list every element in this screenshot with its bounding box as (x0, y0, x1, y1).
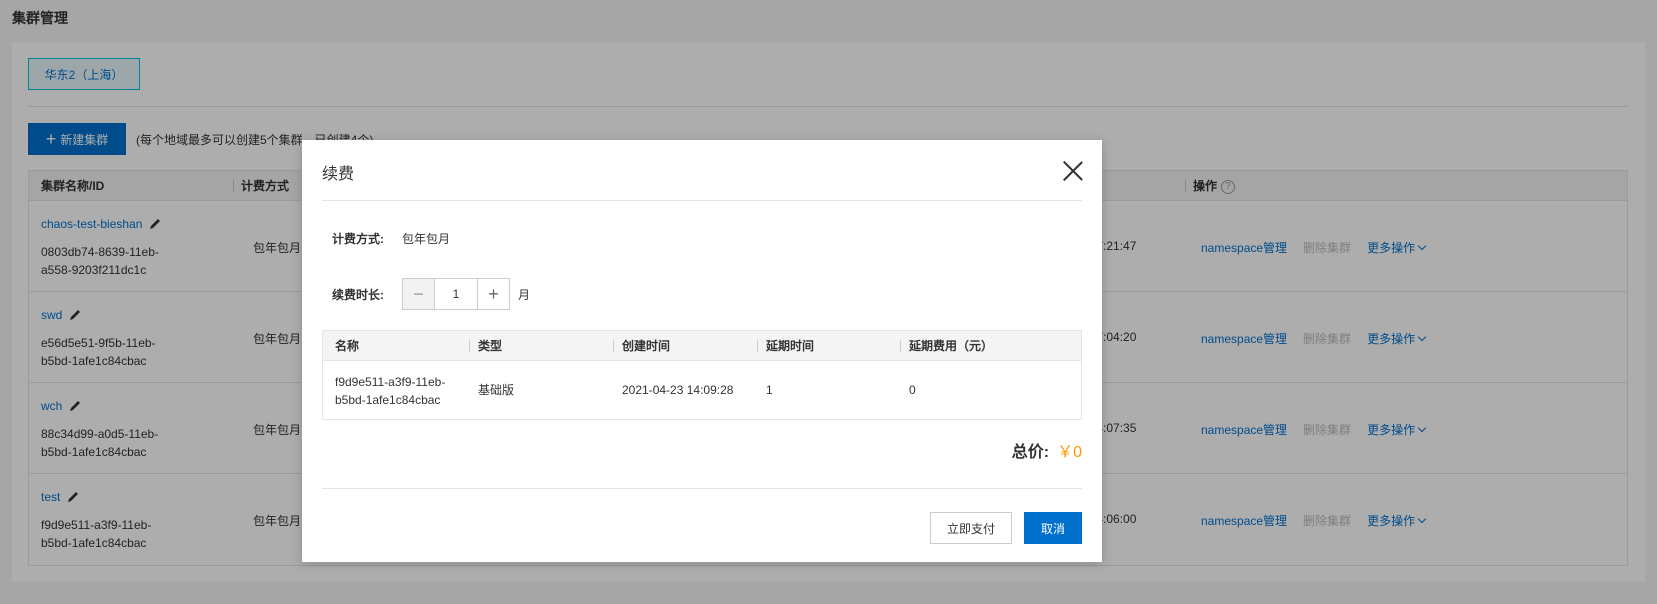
row-name-line2: b5bd-1afe1c84cbac (335, 393, 441, 407)
dialog-title: 续费 (322, 166, 355, 183)
cancel-button[interactable]: 取消 (1024, 512, 1082, 544)
renew-table-header: 名称 类型 创建时间 延期时间 延期费用（元） (323, 331, 1081, 361)
total-price: 总价: ￥0 (1012, 438, 1082, 462)
row-extend-time: 1 (766, 383, 773, 397)
header-separator (613, 340, 614, 352)
header-separator (757, 340, 758, 352)
billing-label: 计费方式: (332, 232, 384, 246)
dialog-footer-divider (322, 488, 1082, 489)
renew-dialog: 续费 计费方式: 包年包月 续费时长: − 1 + 月 名称 类型 创建时间 延… (302, 140, 1102, 562)
header-name: 名称 (335, 339, 360, 353)
plus-button[interactable]: + (477, 279, 509, 309)
header-created: 创建时间 (622, 339, 671, 353)
close-icon[interactable] (1062, 160, 1084, 182)
billing-value: 包年包月 (402, 232, 451, 246)
renew-table: 名称 类型 创建时间 延期时间 延期费用（元） f9d9e511-a3f9-11… (322, 330, 1082, 420)
duration-unit: 月 (518, 288, 531, 302)
duration-label: 续费时长: (332, 288, 384, 302)
header-extend-fee: 延期费用（元） (909, 339, 994, 353)
row-name-line1: f9d9e511-a3f9-11eb- (335, 375, 446, 389)
row-created: 2021-04-23 14:09:28 (622, 383, 734, 397)
header-type: 类型 (478, 339, 503, 353)
duration-input[interactable]: 1 (435, 279, 477, 309)
row-extend-fee: 0 (909, 383, 916, 397)
row-type: 基础版 (478, 383, 515, 397)
total-value: ￥0 (1057, 444, 1082, 461)
pay-now-button[interactable]: 立即支付 (930, 512, 1012, 544)
total-label: 总价: (1011, 444, 1050, 461)
duration-stepper: − 1 + (402, 278, 510, 310)
header-separator (900, 340, 901, 352)
header-extend-time: 延期时间 (766, 339, 815, 353)
header-separator (469, 340, 470, 352)
dialog-divider (322, 200, 1082, 201)
minus-button[interactable]: − (403, 279, 435, 309)
row-name: f9d9e511-a3f9-11eb-b5bd-1afe1c84cbac (335, 373, 445, 409)
